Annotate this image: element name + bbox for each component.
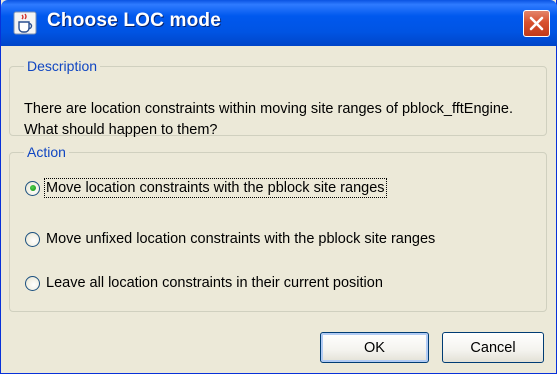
- radio-leave-constraints[interactable]: Leave all location constraints in their …: [25, 270, 383, 296]
- action-legend: Action: [27, 144, 66, 160]
- dialog-title: Choose LOC mode: [47, 10, 222, 31]
- radio-move-unfixed-constraints[interactable]: Move unfixed location constraints with t…: [25, 226, 435, 252]
- description-legend: Description: [27, 58, 98, 74]
- close-icon: [529, 16, 544, 31]
- cancel-button[interactable]: Cancel: [442, 332, 544, 363]
- radio-label[interactable]: Move location constraints with the pbloc…: [44, 178, 387, 198]
- radio-label[interactable]: Leave all location constraints in their …: [46, 275, 383, 291]
- close-button[interactable]: [523, 10, 550, 37]
- radio-button[interactable]: [25, 275, 40, 291]
- choose-loc-mode-dialog: Choose LOC mode Description There are lo…: [0, 0, 557, 374]
- description-text: There are location constraints within mo…: [24, 101, 513, 138]
- radio-move-constraints[interactable]: Move location constraints with the pbloc…: [25, 175, 387, 201]
- ok-button[interactable]: OK: [320, 332, 429, 363]
- description-group: Description There are location constrain…: [9, 58, 547, 138]
- radio-label[interactable]: Move unfixed location constraints with t…: [46, 231, 435, 247]
- java-coffee-cup-icon: [13, 11, 37, 35]
- radio-button-selected[interactable]: [25, 180, 40, 196]
- title-bar: Choose LOC mode: [1, 0, 557, 46]
- radio-button[interactable]: [25, 231, 40, 247]
